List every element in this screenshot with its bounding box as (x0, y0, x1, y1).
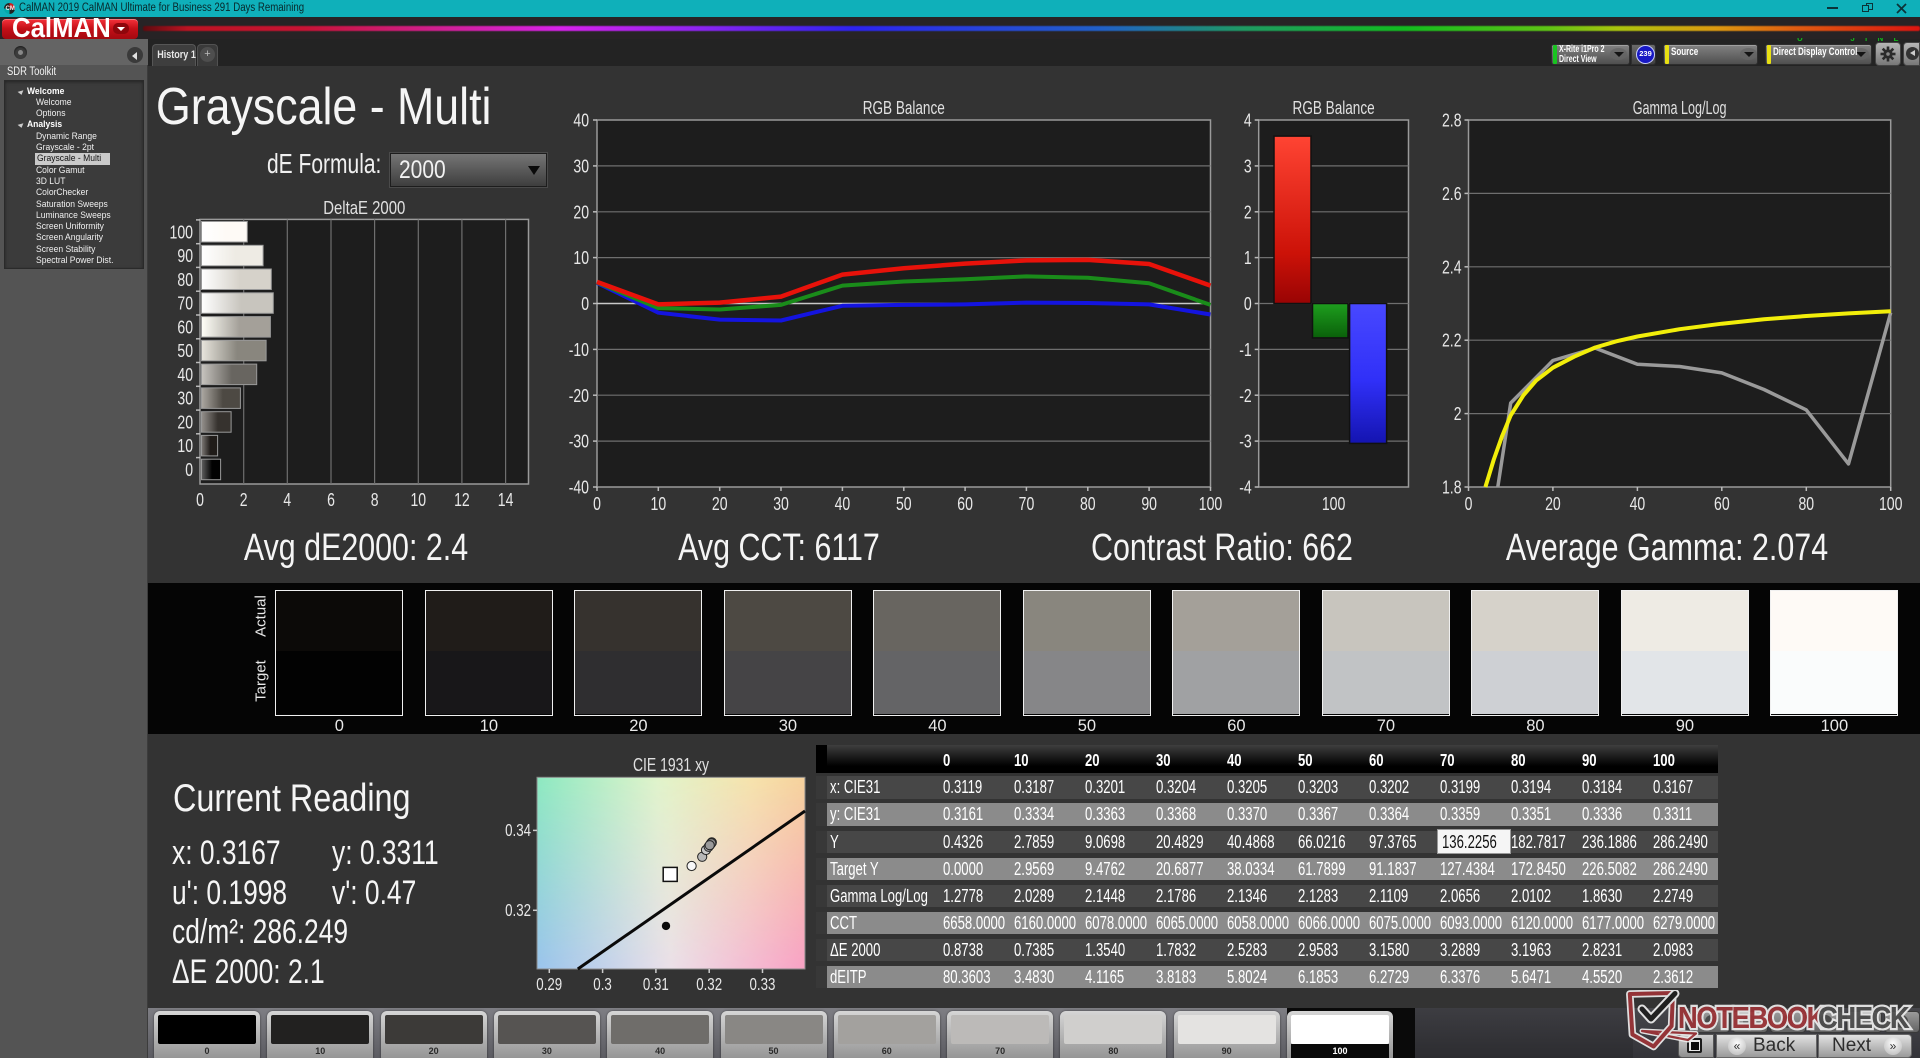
svg-text:10: 10 (177, 435, 193, 456)
svg-text:60: 60 (957, 493, 973, 514)
svg-text:100: 100 (1199, 493, 1223, 514)
svg-text:20: 20 (712, 493, 728, 514)
svg-text:60: 60 (1714, 493, 1730, 514)
svg-text:12: 12 (454, 489, 470, 510)
svg-text:40: 40 (573, 110, 589, 131)
svg-text:40: 40 (177, 364, 193, 385)
svg-text:-20: -20 (569, 385, 589, 406)
svg-text:90: 90 (1141, 493, 1157, 514)
svg-text:RGB Balance: RGB Balance (863, 97, 945, 118)
svg-text:2.2: 2.2 (1442, 330, 1462, 351)
svg-text:0.32: 0.32 (696, 974, 722, 994)
svg-text:10: 10 (573, 247, 589, 268)
svg-text:100: 100 (1322, 493, 1346, 514)
svg-text:30: 30 (773, 493, 789, 514)
svg-text:4: 4 (283, 489, 291, 510)
svg-text:0: 0 (1465, 493, 1473, 514)
svg-text:1: 1 (1244, 247, 1252, 268)
svg-text:0: 0 (196, 489, 204, 510)
svg-text:NOTEBOOK: NOTEBOOK (1678, 1001, 1826, 1035)
svg-text:CIE 1931 xy: CIE 1931 xy (633, 755, 709, 775)
svg-text:DeltaE 2000: DeltaE 2000 (323, 197, 405, 218)
svg-text:2.4: 2.4 (1442, 256, 1462, 277)
svg-text:50: 50 (177, 340, 193, 361)
svg-text:10: 10 (651, 493, 667, 514)
svg-text:-4: -4 (1239, 477, 1252, 498)
svg-text:0: 0 (581, 293, 589, 314)
svg-text:70: 70 (177, 293, 193, 314)
svg-text:2: 2 (240, 489, 248, 510)
svg-text:20: 20 (573, 201, 589, 222)
svg-text:0.33: 0.33 (750, 974, 776, 994)
svg-text:60: 60 (177, 316, 193, 337)
svg-text:0.31: 0.31 (643, 974, 669, 994)
svg-text:90: 90 (177, 245, 193, 266)
svg-text:-40: -40 (569, 477, 589, 498)
svg-text:6: 6 (327, 489, 335, 510)
svg-text:14: 14 (498, 489, 514, 510)
svg-text:30: 30 (573, 155, 589, 176)
svg-text:50: 50 (896, 493, 912, 514)
svg-text:-1: -1 (1239, 339, 1252, 360)
svg-text:2.8: 2.8 (1442, 110, 1462, 131)
svg-text:3: 3 (1244, 155, 1252, 176)
svg-text:70: 70 (1019, 493, 1035, 514)
svg-text:0.29: 0.29 (536, 974, 562, 994)
svg-text:20: 20 (177, 411, 193, 432)
svg-text:80: 80 (1080, 493, 1096, 514)
svg-text:Gamma Log/Log: Gamma Log/Log (1633, 97, 1727, 118)
svg-text:8: 8 (371, 489, 379, 510)
svg-text:20: 20 (1545, 493, 1561, 514)
svg-text:80: 80 (177, 269, 193, 290)
svg-text:0: 0 (185, 459, 193, 480)
svg-text:30: 30 (177, 388, 193, 409)
svg-text:0.3: 0.3 (593, 974, 612, 994)
svg-text:80: 80 (1798, 493, 1814, 514)
svg-text:0: 0 (1244, 293, 1252, 314)
svg-text:-2: -2 (1239, 385, 1252, 406)
svg-text:40: 40 (1630, 493, 1646, 514)
svg-text:0.32: 0.32 (505, 900, 531, 920)
svg-text:100: 100 (170, 221, 194, 242)
svg-text:2: 2 (1244, 201, 1252, 222)
svg-text:0: 0 (593, 493, 601, 514)
svg-text:-10: -10 (569, 339, 589, 360)
svg-text:10: 10 (410, 489, 426, 510)
svg-text:-30: -30 (569, 431, 589, 452)
svg-text:0.34: 0.34 (505, 820, 531, 840)
svg-text:100: 100 (1879, 493, 1903, 514)
svg-text:2.6: 2.6 (1442, 183, 1462, 204)
svg-text:1.8: 1.8 (1442, 477, 1462, 498)
svg-text:CHECK: CHECK (1818, 1001, 1910, 1035)
svg-text:-3: -3 (1239, 431, 1252, 452)
svg-text:4: 4 (1244, 110, 1252, 131)
svg-text:40: 40 (835, 493, 851, 514)
svg-text:RGB Balance: RGB Balance (1293, 97, 1375, 118)
svg-text:2: 2 (1454, 403, 1462, 424)
